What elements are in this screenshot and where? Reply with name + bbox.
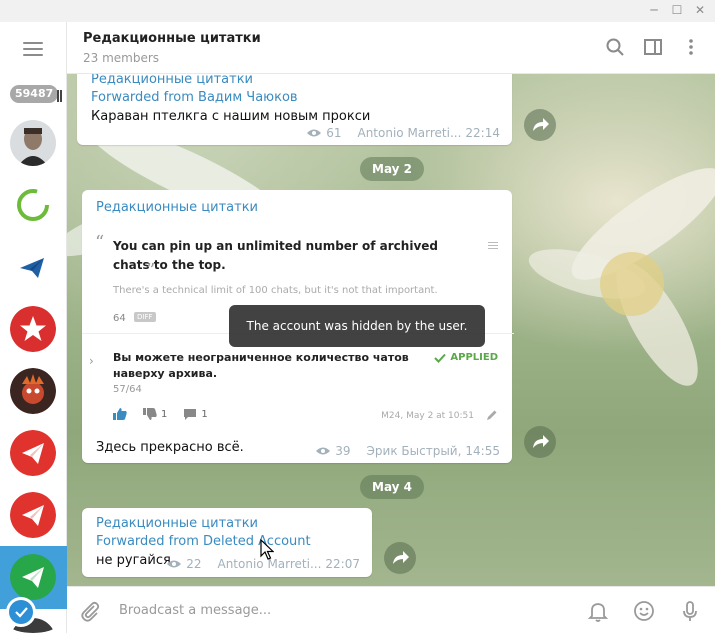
message-time: 14:55: [465, 444, 500, 458]
suggestion-char-count: 57/64: [113, 384, 142, 395]
suggestion-text: Вы можете неограниченное количество чато…: [113, 351, 409, 380]
share-arrow-icon: [533, 435, 549, 448]
thumbs-up-icon: [113, 408, 127, 420]
quote-open-icon: “: [95, 232, 105, 253]
message-signature: Эрик Быстрый,: [366, 444, 462, 458]
comment-count: 1: [201, 408, 208, 420]
emoji-icon[interactable]: [632, 599, 656, 623]
message-composer: [67, 586, 715, 633]
views-eye-icon: [306, 128, 322, 138]
share-message-3-button[interactable]: [384, 542, 416, 574]
message-history[interactable]: Редакционные цитатки Forwarded from Вади…: [67, 74, 715, 586]
message-text: Караван птелкга с нашим новым прокси: [91, 109, 371, 124]
toast-notification: The account was hidden by the user.: [229, 305, 485, 347]
message-signature: Antonio Marreti...: [357, 126, 462, 140]
applied-status: APPLIED: [434, 352, 498, 363]
suggestion-timestamp: M24, May 2 at 10:51: [381, 411, 474, 421]
message-text: Здесь прекрасно всё.: [96, 440, 244, 455]
forwarded-from-label[interactable]: Forwarded from Вадим Чаюков: [91, 90, 298, 105]
notification-bell-icon[interactable]: [586, 599, 610, 623]
message-meta: 61 Antonio Marreti... 22:14: [306, 126, 500, 140]
minimize-button[interactable]: ─: [647, 3, 661, 17]
applied-label: APPLIED: [450, 352, 498, 363]
mouse-pointer-icon: [260, 539, 274, 561]
message-author[interactable]: Редакционные цитатки: [96, 516, 258, 531]
thumbs-down-icon: [143, 408, 157, 420]
unread-counter-badge: 59487: [10, 85, 59, 103]
share-arrow-icon: [533, 118, 549, 131]
chat-avatar-green-telegram: [10, 554, 56, 600]
message-author[interactable]: Редакционные цитатки: [91, 74, 253, 87]
sidebar-toggle-icon[interactable]: [642, 36, 664, 58]
suggestion-votes: 1 1: [113, 408, 208, 420]
chat-list-sidebar: 59487: [0, 22, 67, 633]
microphone-icon[interactable]: [678, 599, 702, 623]
share-message-1-button[interactable]: [524, 109, 556, 141]
comment-icon: [184, 409, 197, 420]
pencil-icon: [486, 409, 498, 421]
message-text: не ругайся: [96, 553, 171, 568]
views-count: 61: [326, 126, 342, 140]
attach-paperclip-icon[interactable]: [78, 599, 102, 623]
more-options-icon[interactable]: [680, 36, 702, 58]
message-author[interactable]: Редакционные цитатки: [96, 200, 258, 215]
quote-char-count: 64: [113, 313, 126, 324]
close-button[interactable]: ✕: [693, 3, 707, 17]
views-eye-icon: [166, 559, 182, 569]
message-input[interactable]: [119, 595, 559, 625]
date-separator-1: May 2: [360, 157, 425, 181]
views-eye-icon: [315, 446, 331, 456]
message-bubble-3[interactable]: Редакционные цитатки Forwarded from Dele…: [82, 508, 372, 577]
message-bubble-1[interactable]: Редакционные цитатки Forwarded from Вади…: [77, 74, 512, 145]
chat-member-count[interactable]: 23 members: [83, 51, 159, 65]
share-message-2-button[interactable]: [524, 426, 556, 458]
chat-avatar-green-ring[interactable]: [10, 182, 56, 228]
pinned-bars-icon: [57, 87, 63, 102]
chat-header: Редакционные цитатки 23 members: [67, 22, 715, 74]
forwarded-from-label[interactable]: Forwarded from Deleted Account: [96, 534, 311, 549]
views-count: 39: [335, 444, 351, 458]
quote-close-icon: ”: [146, 260, 156, 281]
chevron-right-icon: ›: [89, 354, 94, 368]
chat-avatar-telegram-plane[interactable]: [10, 244, 56, 290]
share-arrow-icon: [393, 551, 409, 564]
quote-menu-icon: [488, 242, 498, 250]
date-separator-2: May 4: [360, 475, 425, 499]
quote-subtext: There's a technical limit of 100 chats, …: [113, 285, 438, 296]
check-icon: [434, 353, 447, 363]
message-time: 22:07: [325, 557, 360, 571]
chat-title[interactable]: Редакционные цитатки: [83, 31, 261, 46]
quote-text: You can pin up an unlimited number of ar…: [113, 239, 439, 272]
maximize-button[interactable]: ☐: [670, 3, 684, 17]
chat-avatar-red-star[interactable]: [10, 306, 56, 352]
verified-check-icon: [6, 597, 36, 627]
message-time: 22:14: [465, 126, 500, 140]
diff-badge: DIFF: [134, 312, 156, 322]
chat-avatar-red-telegram-1[interactable]: [10, 430, 56, 476]
chat-avatar-person[interactable]: [10, 120, 56, 166]
chat-avatar-dark-mascot[interactable]: [10, 368, 56, 414]
window-titlebar: ─ ☐ ✕: [0, 0, 715, 22]
views-count: 22: [186, 557, 202, 571]
menu-icon[interactable]: [23, 42, 43, 56]
search-icon[interactable]: [604, 36, 626, 58]
chat-avatar-red-telegram-2[interactable]: [10, 492, 56, 538]
dislike-count: 1: [161, 408, 168, 420]
message-meta: 39 Эрик Быстрый, 14:55: [315, 444, 500, 458]
